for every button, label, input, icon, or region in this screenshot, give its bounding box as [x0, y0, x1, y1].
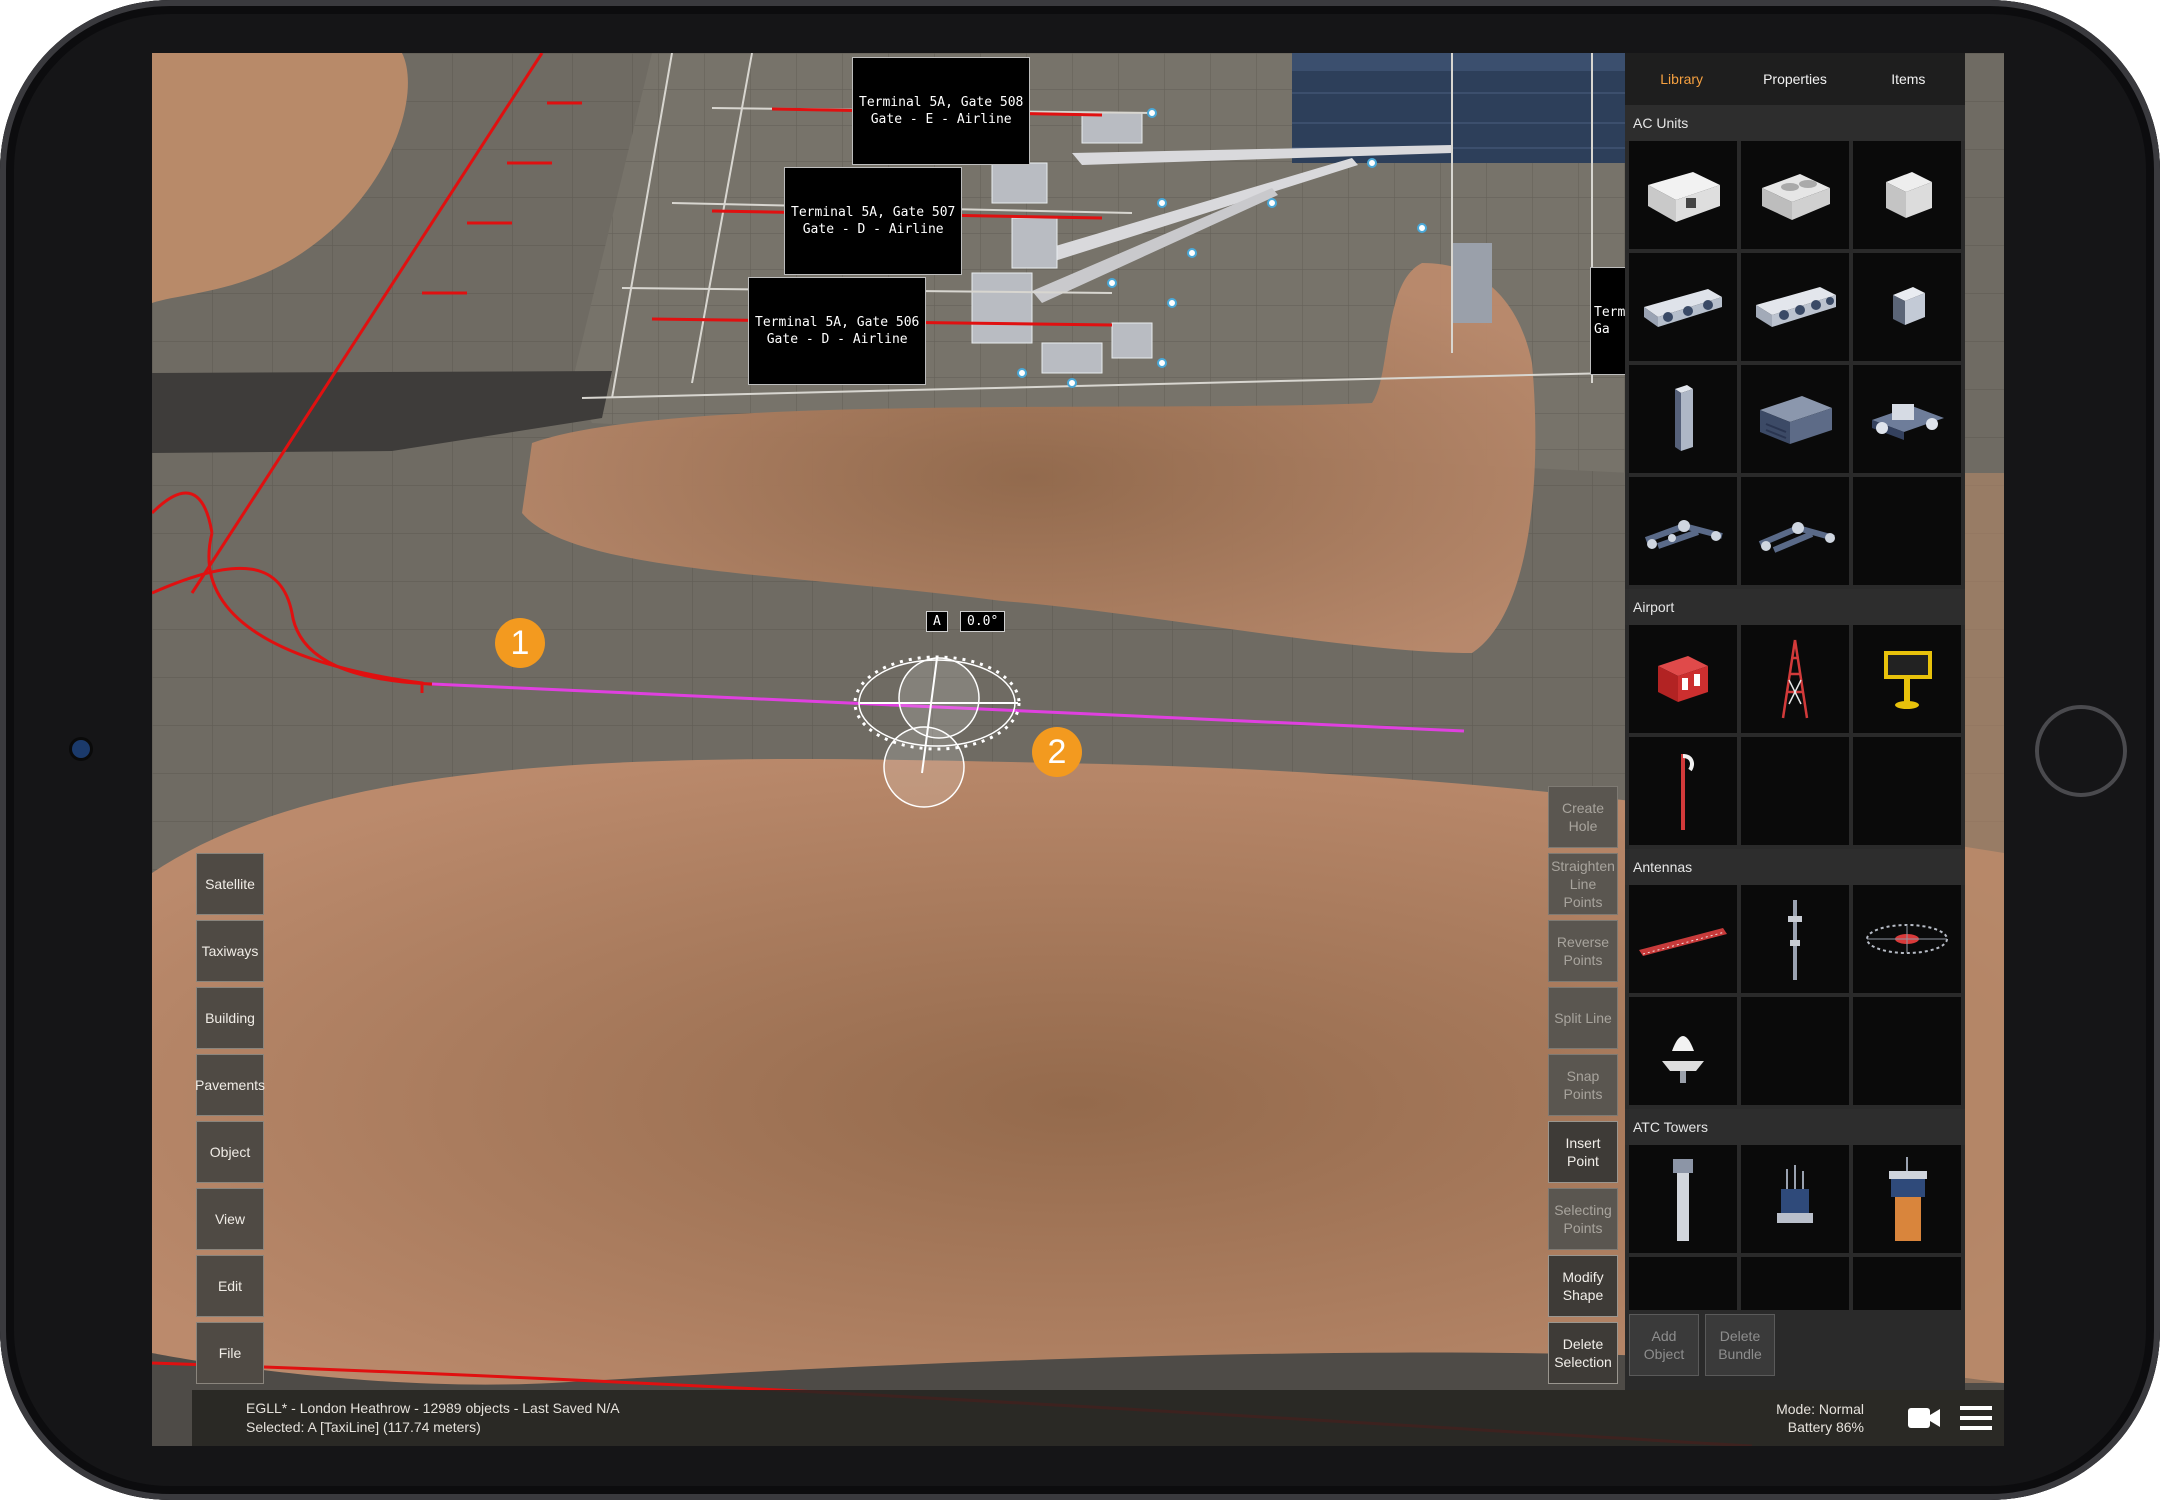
delete-bundle-button[interactable]: Delete Bundle — [1705, 1314, 1775, 1376]
reverse-points-button[interactable]: Reverse Points — [1548, 920, 1618, 982]
tab-properties[interactable]: Properties — [1738, 53, 1851, 105]
selection-info-text: Selected: A [TaxiLine] (117.74 meters) — [246, 1419, 481, 1435]
pavements-button[interactable]: Pavements — [195, 1054, 265, 1116]
empty-slot — [1741, 997, 1849, 1105]
ac-unit-tall-icon[interactable] — [1629, 365, 1737, 473]
battery-text: Battery 86% — [1787, 1419, 1864, 1435]
red-container-icon[interactable] — [1629, 625, 1737, 733]
file-info-text: EGLL* - London Heathrow - 12989 objects … — [246, 1400, 620, 1416]
callout-badge-1: 1 — [495, 618, 545, 668]
atc-towers-grid — [1625, 1145, 1965, 1310]
gate-label-506: Terminal 5A, Gate 506 Gate - D - Airline — [748, 277, 927, 385]
app-screen: Terminal 5A, Gate 508 Gate - E - Airline … — [152, 53, 2004, 1446]
status-bar: EGLL* - London Heathrow - 12989 objects … — [192, 1390, 2004, 1446]
atc-tower-slim-icon[interactable] — [1629, 1145, 1737, 1253]
camera-icon[interactable] — [1906, 1404, 1942, 1432]
ac-unit-medium-icon[interactable] — [1741, 141, 1849, 249]
antenna-array-icon[interactable] — [1629, 885, 1737, 993]
snap-points-button[interactable]: Snap Points — [1548, 1054, 1618, 1116]
radar-dish-icon[interactable] — [1853, 885, 1961, 993]
gate-structure-right — [1452, 243, 1492, 323]
tab-library[interactable]: Library — [1625, 53, 1738, 105]
gate-label-507: Terminal 5A, Gate 507 Gate - D - Airline — [784, 167, 963, 275]
rotation-angle-label: 0.0° — [960, 611, 1006, 632]
modify-shape-button[interactable]: Modify Shape — [1548, 1255, 1618, 1317]
empty-slot — [1853, 477, 1961, 585]
ac-unit-frame-a-icon[interactable] — [1629, 477, 1737, 585]
ac-unit-crate-icon[interactable] — [1741, 365, 1849, 473]
atc-tower-blue-icon[interactable] — [1741, 1145, 1849, 1253]
radio-mast-icon[interactable] — [1741, 625, 1849, 733]
ac-unit-rig-icon[interactable] — [1853, 365, 1961, 473]
left-mode-menu: Satellite Taxiways Building Pavements Ob… — [195, 853, 266, 1389]
taxiways-button[interactable]: Taxiways — [196, 920, 264, 982]
empty-slot — [1853, 737, 1961, 845]
tablet-frame: Terminal 5A, Gate 508 Gate - E - Airline … — [0, 0, 2160, 1500]
straighten-line-points-button[interactable]: Straighten Line Points — [1548, 853, 1618, 915]
add-object-button[interactable]: Add Object — [1629, 1314, 1699, 1376]
tab-items[interactable]: Items — [1852, 53, 1965, 105]
library-panel: Library Properties Items AC Units Airpor… — [1625, 53, 1965, 1390]
empty-slot — [1853, 997, 1961, 1105]
section-title-atc-towers: ATC Towers — [1625, 1109, 1965, 1145]
ac-unit-quad-icon[interactable] — [1741, 253, 1849, 361]
antenna-pole-icon[interactable] — [1741, 885, 1849, 993]
view-button[interactable]: View — [196, 1188, 264, 1250]
object-button[interactable]: Object — [196, 1121, 264, 1183]
section-title-ac-units: AC Units — [1625, 105, 1965, 141]
atc-tower-d-icon[interactable] — [1629, 1257, 1737, 1310]
ac-unit-large-icon[interactable] — [1629, 141, 1737, 249]
mode-battery-info: Mode: Normal Battery 86% — [1776, 1400, 1864, 1436]
antennas-grid — [1625, 885, 1965, 1109]
section-title-antennas: Antennas — [1625, 849, 1965, 885]
atc-tower-orange-icon[interactable] — [1853, 1145, 1961, 1253]
atc-tower-f-icon[interactable] — [1853, 1257, 1961, 1310]
ac-unit-small-icon[interactable] — [1853, 141, 1961, 249]
panel-bottom-actions: Add Object Delete Bundle — [1629, 1314, 1775, 1376]
dome-antenna-icon[interactable] — [1629, 997, 1737, 1105]
callout-badge-2: 2 — [1032, 727, 1082, 777]
windsock-pole-icon[interactable] — [1629, 737, 1737, 845]
library-scroll-list[interactable]: AC Units Airport Antennas ATC Towers — [1625, 105, 1965, 1310]
building-button[interactable]: Building — [196, 987, 264, 1049]
atc-tower-e-icon[interactable] — [1741, 1257, 1849, 1310]
mode-text: Mode: Normal — [1776, 1401, 1864, 1417]
airport-grid — [1625, 625, 1965, 849]
delete-selection-button[interactable]: Delete Selection — [1548, 1322, 1618, 1384]
hamburger-menu-icon[interactable] — [1960, 1404, 1992, 1432]
section-title-airport: Airport — [1625, 589, 1965, 625]
approach-light-icon[interactable] — [1853, 625, 1961, 733]
home-button[interactable] — [2035, 705, 2127, 797]
empty-slot — [1741, 737, 1849, 845]
create-hole-button[interactable]: Create Hole — [1548, 786, 1618, 848]
edit-button[interactable]: Edit — [196, 1255, 264, 1317]
gate-label-508: Terminal 5A, Gate 508 Gate - E - Airline — [852, 57, 1031, 165]
line-tools-column: Create Hole Straighten Line Points Rever… — [1548, 786, 1620, 1389]
point-name-label: A — [926, 611, 948, 632]
ac-unit-frame-b-icon[interactable] — [1741, 477, 1849, 585]
panel-tabs: Library Properties Items — [1625, 53, 1965, 105]
insert-point-button[interactable]: Insert Point — [1548, 1121, 1618, 1183]
ac-unit-box-icon[interactable] — [1853, 253, 1961, 361]
ac-unit-triple-icon[interactable] — [1629, 253, 1737, 361]
file-button[interactable]: File — [196, 1322, 264, 1384]
ac-units-grid — [1625, 141, 1965, 589]
satellite-button[interactable]: Satellite — [196, 853, 264, 915]
front-camera — [72, 740, 90, 758]
selecting-points-button[interactable]: Selecting Points — [1548, 1188, 1618, 1250]
split-line-button[interactable]: Split Line — [1548, 987, 1618, 1049]
